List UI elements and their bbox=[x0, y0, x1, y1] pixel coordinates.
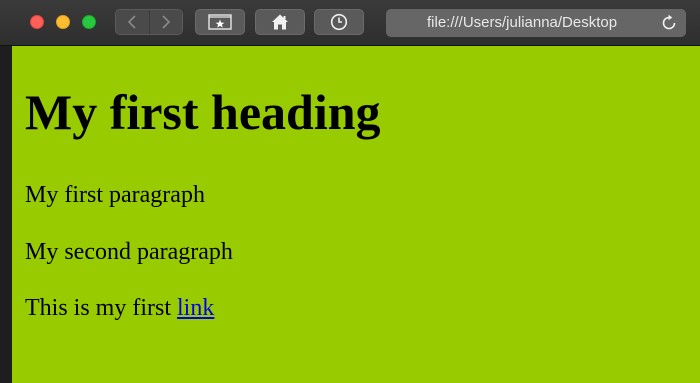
first-link[interactable]: link bbox=[177, 295, 214, 321]
browser-window: file:///Users/julianna/Desktop My first … bbox=[0, 0, 700, 383]
close-window-button[interactable] bbox=[30, 15, 44, 29]
chevron-right-icon bbox=[162, 15, 170, 29]
second-paragraph: My second paragraph bbox=[25, 239, 233, 265]
navigation-buttons bbox=[115, 9, 183, 35]
url-fade bbox=[620, 9, 656, 37]
back-button[interactable] bbox=[116, 10, 149, 34]
browser-toolbar: file:///Users/julianna/Desktop bbox=[0, 0, 700, 46]
minimize-window-button[interactable] bbox=[56, 15, 70, 29]
zoom-window-button[interactable] bbox=[82, 15, 96, 29]
chevron-left-icon bbox=[128, 15, 136, 29]
history-button[interactable] bbox=[314, 9, 364, 35]
first-paragraph: My first paragraph bbox=[25, 182, 205, 208]
page-heading: My first heading bbox=[25, 84, 381, 140]
url-text: file:///Users/julianna/Desktop bbox=[427, 14, 618, 31]
reload-icon[interactable] bbox=[660, 14, 678, 32]
third-paragraph: This is my first link bbox=[25, 294, 214, 322]
third-paragraph-text: This is my first bbox=[25, 295, 172, 321]
home-icon bbox=[272, 14, 288, 30]
window-edge bbox=[0, 46, 12, 383]
favorites-button[interactable] bbox=[195, 9, 245, 35]
star-icon bbox=[208, 14, 232, 30]
forward-button[interactable] bbox=[148, 10, 182, 34]
address-bar[interactable]: file:///Users/julianna/Desktop bbox=[386, 9, 686, 37]
page-content: My first heading My first paragraph My s… bbox=[12, 46, 700, 383]
clock-icon bbox=[330, 13, 348, 31]
home-button[interactable] bbox=[255, 9, 305, 35]
